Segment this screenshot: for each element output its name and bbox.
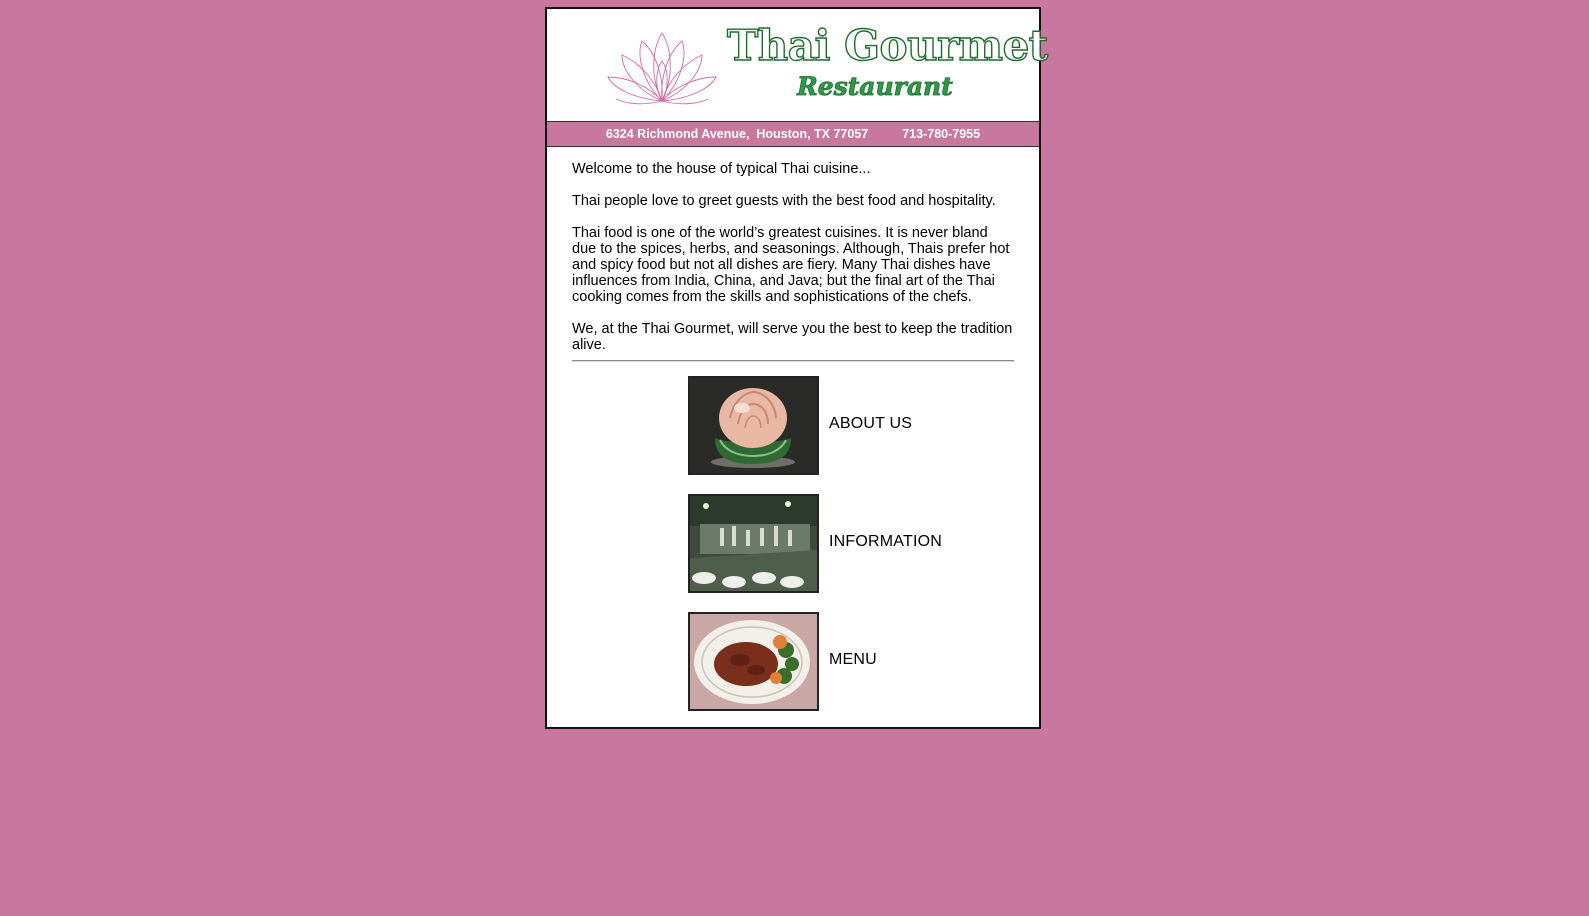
site-header: Thai Gourmet Restaurant [547,9,1049,122]
menu-link[interactable]: MENU [829,652,877,668]
intro-paragraph: Thai people love to greet guests with th… [572,193,996,209]
main-content: Welcome to the house of typical Thai cui… [547,147,1039,730]
intro-paragraph: Welcome to the house of typical Thai cui… [572,161,871,177]
dish-plate-photo [690,614,817,709]
phone-text: 713-780-7955 [902,127,981,141]
nav-item-menu: MENU [572,612,1014,730]
address-text: 6324 Richmond Avenue, Houston, TX 77057 [605,127,869,141]
site-title: Thai Gourmet [726,21,1049,70]
information-image-link[interactable] [688,494,819,593]
about-us-image-link[interactable] [688,376,819,475]
address-bar: 6324 Richmond Avenue, Houston, TX 77057 7… [547,122,1039,147]
lotus-flower-icon [607,32,717,105]
site-subtitle: Restaurant [797,72,954,101]
divider [572,360,1014,362]
carved-rose-photo [690,378,817,473]
intro-paragraph: Thai food is one of the world’s greatest… [572,225,1010,305]
about-us-link[interactable]: ABOUT US [829,416,912,432]
nav-item-information: INFORMATION [572,494,1014,612]
page-container: Thai Gourmet Restaurant 6324 Richmond Av… [545,7,1049,730]
dining-room-photo [690,496,817,591]
nav-item-about-us: ABOUT US [572,376,1014,494]
intro-paragraph: We, at the Thai Gourmet, will serve you … [572,321,1013,353]
information-link[interactable]: INFORMATION [829,534,942,550]
menu-image-link[interactable] [688,612,819,711]
